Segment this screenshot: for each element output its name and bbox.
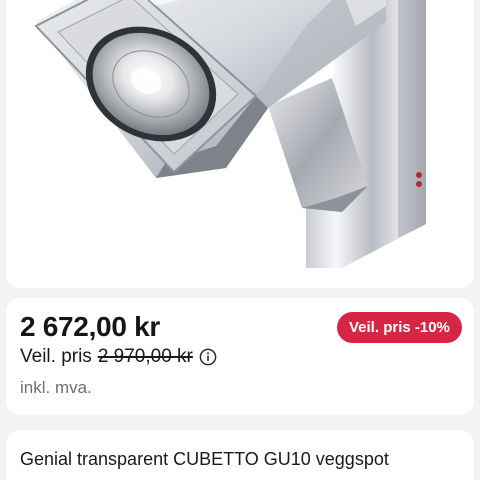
reference-price-label: Veil. pris [20, 346, 92, 367]
info-icon[interactable] [199, 348, 217, 366]
vat-note: inkl. mva. [20, 378, 92, 397]
product-title-card: Genial transparent CUBETTO GU10 veggspot [6, 430, 474, 480]
reference-price-row: Veil. pris 2 970,00 kr [20, 346, 217, 368]
discount-badge: Veil. pris -10% [337, 312, 462, 343]
current-price: 2 672,00 kr [20, 311, 160, 342]
product-title: Genial transparent CUBETTO GU10 veggspot [20, 449, 389, 469]
product-image-card[interactable] [6, 0, 474, 288]
product-image[interactable] [6, 0, 474, 288]
reference-price: 2 970,00 kr [97, 346, 193, 367]
price-card: 2 672,00 kr Veil. pris -10% Veil. pris 2… [6, 298, 474, 415]
